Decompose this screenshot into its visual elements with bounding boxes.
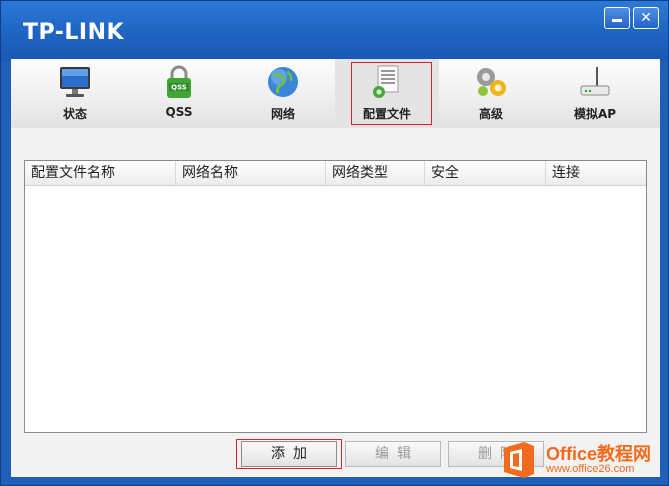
profile-table[interactable]: 配置文件名称 网络名称 网络类型 安全 连接 — [24, 160, 647, 433]
tab-network[interactable]: 网络 — [231, 59, 335, 128]
profile-table-header: 配置文件名称 网络名称 网络类型 安全 连接 — [25, 161, 646, 186]
monitor-icon — [60, 67, 90, 97]
tab-advanced-label: 高级 — [478, 107, 503, 121]
svg-text:QSS: QSS — [171, 84, 187, 92]
minimize-icon — [612, 18, 622, 22]
close-icon: ✕ — [640, 10, 652, 26]
column-header-security[interactable]: 安全 — [425, 161, 546, 185]
tab-advanced[interactable]: 高级 — [439, 59, 543, 128]
globe-icon — [268, 67, 298, 97]
add-button-highlight — [236, 439, 342, 469]
profile-panel: 配置文件名称 网络名称 网络类型 安全 连接 添加 编辑 删除 — [11, 128, 660, 477]
tab-network-label: 网络 — [270, 107, 295, 121]
tp-link-logo: TP-LINK — [23, 20, 125, 45]
main-toolbar: 状态 QSS QSS 网络 配置文件 高级 模拟AP — [11, 59, 660, 129]
router-icon — [580, 67, 610, 96]
tab-status-label: 状态 — [62, 107, 87, 121]
edit-button[interactable]: 编辑 — [345, 441, 441, 467]
app-window: TP-LINK ✕ 状态 QSS QSS 网络 配置文件 高级 模拟AP 配置文… — [0, 0, 669, 486]
tab-soft-ap-label: 模拟AP — [573, 107, 617, 121]
title-bar: TP-LINK ✕ — [1, 1, 668, 61]
gears-icon — [477, 68, 506, 96]
close-button[interactable]: ✕ — [633, 7, 659, 29]
column-header-connect[interactable]: 连接 — [546, 161, 646, 185]
tab-qss-label: QSS — [165, 105, 193, 119]
column-header-network-name[interactable]: 网络名称 — [176, 161, 326, 185]
column-header-profile-name[interactable]: 配置文件名称 — [25, 161, 176, 185]
office-logo-icon — [504, 442, 534, 478]
tab-soft-ap[interactable]: 模拟AP — [543, 59, 647, 128]
tab-qss[interactable]: QSS QSS — [127, 59, 231, 128]
watermark-url: www.office26.com — [546, 463, 635, 475]
qss-lock-icon: QSS — [167, 65, 191, 98]
selected-tab-highlight — [351, 62, 432, 125]
column-header-network-type[interactable]: 网络类型 — [326, 161, 425, 185]
minimize-button[interactable] — [604, 7, 630, 29]
tab-status[interactable]: 状态 — [23, 59, 127, 128]
watermark: Office教程网 www.office26.com — [500, 440, 666, 484]
